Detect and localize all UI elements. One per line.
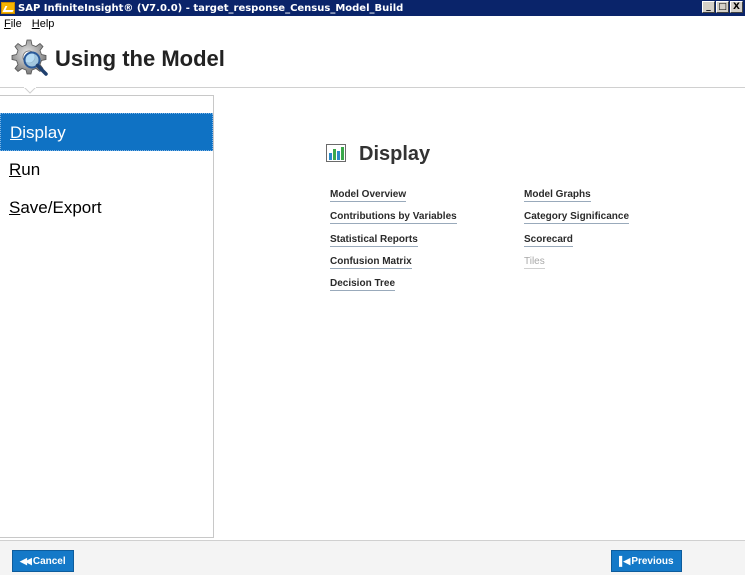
- sidebar-item-run-mnemonic: R: [9, 160, 22, 179]
- page-header: Using the Model: [0, 32, 745, 88]
- title-bar[interactable]: SAP InfiniteInsight® (V7.0.0) - target_r…: [0, 0, 745, 16]
- link-confusion-matrix[interactable]: Confusion Matrix: [330, 256, 412, 269]
- sidebar-item-display[interactable]: Display: [0, 113, 213, 151]
- gear-magnifier-icon: [11, 39, 48, 76]
- menu-bar: File Help: [0, 16, 745, 32]
- bar-left-arrow-icon: ▌◀: [619, 555, 630, 566]
- cancel-button-label: Cancel: [32, 555, 66, 567]
- menu-help-label: elp: [39, 18, 55, 30]
- menu-file[interactable]: File: [4, 18, 22, 30]
- bar-chart-icon: [326, 144, 346, 162]
- sidebar-item-display-label: isplay: [22, 123, 66, 142]
- link-model-overview[interactable]: Model Overview: [330, 189, 407, 202]
- footer-bar: ◀◀ Cancel ▌◀ Previous: [0, 540, 745, 575]
- minimize-button[interactable]: _: [702, 1, 715, 13]
- sidebar-item-save-export[interactable]: Save/Export: [0, 189, 213, 227]
- sidebar-item-run-label: un: [21, 160, 41, 179]
- window-title: SAP InfiniteInsight® (V7.0.0) - target_r…: [18, 2, 404, 14]
- link-statistical-reports[interactable]: Statistical Reports: [330, 234, 418, 247]
- link-contributions-by-variables[interactable]: Contributions by Variables: [330, 211, 457, 224]
- double-left-arrow-icon: ◀◀: [20, 555, 32, 566]
- application-window: SAP InfiniteInsight® (V7.0.0) - target_r…: [0, 0, 745, 575]
- page-title: Using the Model: [55, 46, 225, 71]
- link-category-significance[interactable]: Category Significance: [524, 211, 630, 224]
- menu-help[interactable]: Help: [32, 18, 55, 30]
- window-controls: _ □ X: [702, 1, 743, 13]
- link-scorecard[interactable]: Scorecard: [524, 234, 573, 247]
- previous-button-label: Previous: [631, 555, 674, 567]
- menu-help-mnemonic: H: [31, 18, 40, 30]
- sidebar-item-save-export-label: ave/Export: [20, 198, 102, 217]
- sidebar-item-save-export-mnemonic: S: [9, 198, 21, 217]
- menu-file-mnemonic: F: [4, 18, 11, 30]
- previous-button[interactable]: ▌◀ Previous: [611, 550, 682, 572]
- section-title: Display: [359, 143, 431, 165]
- link-decision-tree[interactable]: Decision Tree: [330, 278, 396, 291]
- link-model-graphs[interactable]: Model Graphs: [524, 189, 591, 202]
- header-pointer: [24, 87, 36, 94]
- cancel-button[interactable]: ◀◀ Cancel: [12, 550, 74, 572]
- sidebar-item-display-mnemonic: D: [10, 123, 23, 142]
- menu-file-label: ile: [10, 18, 22, 30]
- sidebar: Display Run Save/Export: [0, 95, 214, 538]
- sap-app-icon: [1, 2, 15, 14]
- link-tiles: Tiles: [524, 256, 545, 269]
- close-button[interactable]: X: [730, 1, 743, 13]
- main-content: Display Model Overview Contributions by …: [215, 88, 745, 540]
- sidebar-item-run[interactable]: Run: [0, 151, 213, 189]
- maximize-button[interactable]: □: [716, 1, 729, 13]
